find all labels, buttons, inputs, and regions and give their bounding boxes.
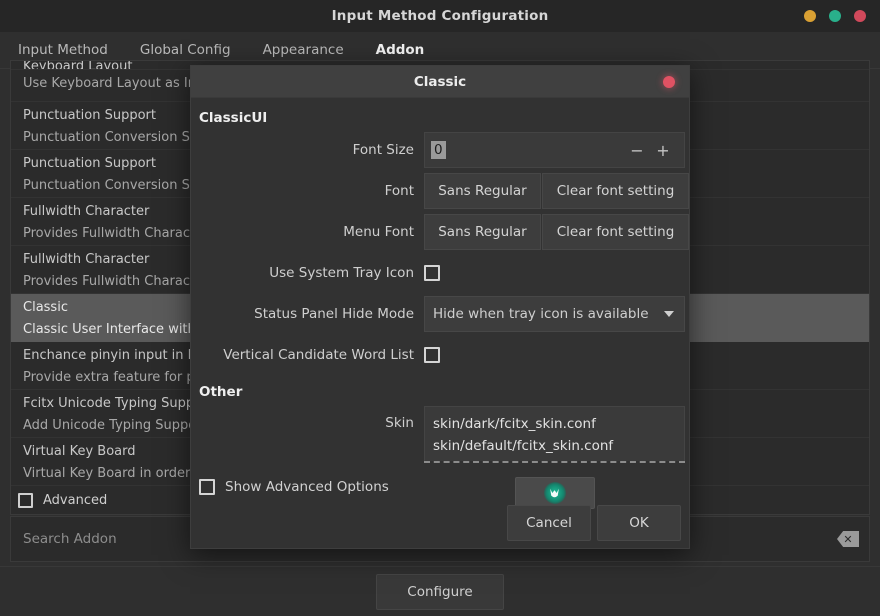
show-advanced-label: Show Advanced Options (225, 479, 389, 495)
dialog-title: Classic (413, 73, 467, 90)
advanced-label: Advanced (43, 492, 108, 508)
font-clear-button[interactable]: Clear font setting (542, 173, 689, 209)
backspace-clear-icon[interactable]: ✕ (837, 531, 859, 547)
configure-button[interactable]: Configure (376, 573, 504, 610)
group-header-classicui: ClassicUI (199, 110, 268, 126)
minimize-button[interactable] (804, 10, 816, 22)
skin-list[interactable]: skin/dark/fcitx_skin.conf skin/default/f… (424, 406, 685, 461)
tab-appearance[interactable]: Appearance (263, 42, 344, 58)
vertical-list-label: Vertical Candidate Word List (223, 347, 414, 363)
group-header-other: Other (199, 384, 243, 400)
font-size-stepper[interactable]: 0 − + (424, 132, 685, 168)
font-select-button[interactable]: Sans Regular (424, 173, 541, 209)
status-panel-dropdown[interactable]: Hide when tray icon is available (424, 296, 685, 332)
tray-icon-row: Use System Tray Icon (191, 255, 689, 291)
window-titlebar: Input Method Configuration (0, 0, 880, 32)
font-size-row: Font Size 0 − + (191, 132, 689, 168)
window-title: Input Method Configuration (331, 8, 549, 24)
cancel-button[interactable]: Cancel (507, 505, 591, 541)
maximize-button[interactable] (829, 10, 841, 22)
show-advanced-checkbox[interactable] (199, 479, 215, 495)
tab-input-method[interactable]: Input Method (18, 42, 108, 58)
tab-addon[interactable]: Addon (376, 42, 425, 58)
tab-global-config[interactable]: Global Config (140, 42, 231, 58)
tray-icon-label: Use System Tray Icon (269, 265, 414, 281)
skin-list-item[interactable]: skin/dark/fcitx_skin.conf (425, 413, 684, 435)
font-label: Font (384, 183, 414, 199)
window-controls (804, 0, 866, 32)
ok-button[interactable]: OK (597, 505, 681, 541)
font-size-label: Font Size (352, 142, 414, 158)
classic-settings-dialog: Classic ClassicUI Font Size 0 − + Font S… (190, 65, 690, 549)
dialog-footer: Cancel OK (507, 505, 681, 541)
status-panel-label: Status Panel Hide Mode (254, 306, 414, 322)
vertical-list-checkbox[interactable] (424, 347, 440, 363)
vertical-list-row: Vertical Candidate Word List (191, 337, 689, 373)
menu-font-row: Menu Font Sans Regular Clear font settin… (191, 214, 689, 250)
configure-bar: Configure (0, 566, 880, 616)
chevron-down-icon (664, 311, 674, 317)
increment-icon[interactable]: + (650, 141, 676, 160)
dialog-body: ClassicUI Font Size 0 − + Font Sans Regu… (191, 98, 689, 549)
app-root: Input Method Configuration Input Method … (0, 0, 880, 616)
status-panel-value: Hide when tray icon is available (433, 306, 649, 322)
dialog-close-icon[interactable] (663, 76, 675, 88)
skin-list-divider (424, 461, 685, 463)
skin-list-item[interactable]: skin/default/fcitx_skin.conf (425, 435, 684, 457)
font-size-value[interactable]: 0 (431, 141, 446, 159)
decrement-icon[interactable]: − (624, 141, 650, 160)
menu-font-select-button[interactable]: Sans Regular (424, 214, 541, 250)
advanced-checkbox[interactable] (18, 492, 33, 508)
menu-font-label: Menu Font (343, 224, 414, 240)
show-advanced-row[interactable]: Show Advanced Options (199, 479, 389, 495)
fcitx-skin-config-icon (543, 482, 566, 504)
font-row: Font Sans Regular Clear font setting (191, 173, 689, 209)
close-button[interactable] (854, 10, 866, 22)
dialog-titlebar: Classic (191, 66, 689, 98)
menu-font-clear-button[interactable]: Clear font setting (542, 214, 689, 250)
skin-label: Skin (385, 415, 414, 431)
tray-icon-checkbox[interactable] (424, 265, 440, 281)
status-panel-row: Status Panel Hide Mode Hide when tray ic… (191, 296, 689, 332)
